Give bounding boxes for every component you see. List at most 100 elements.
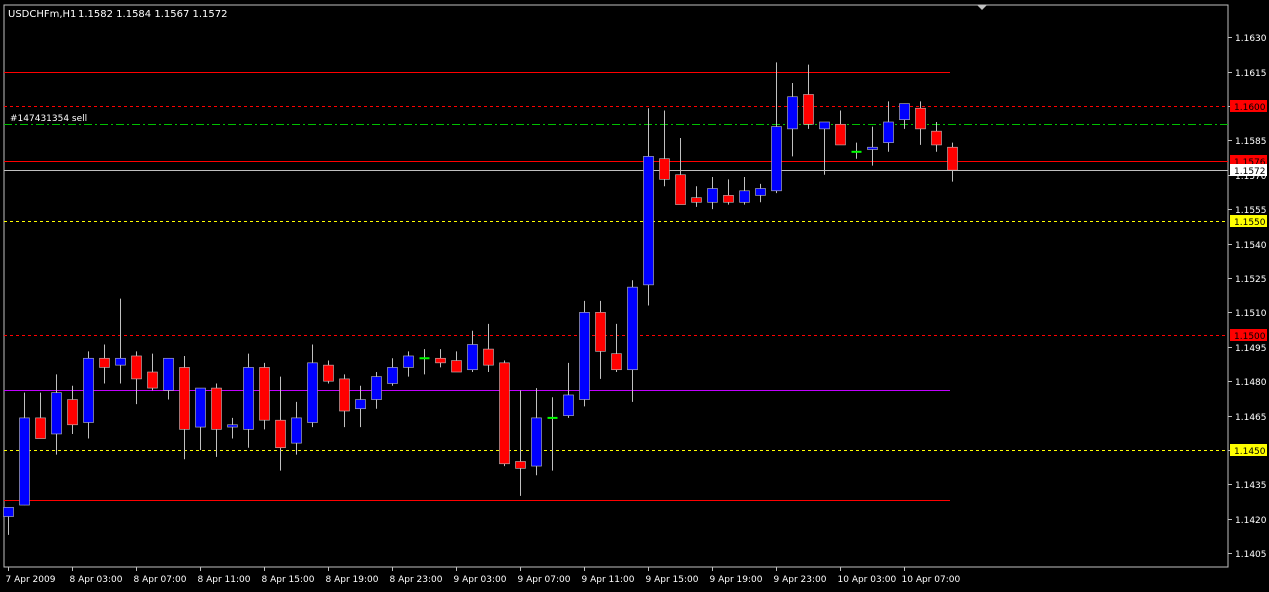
candle [35,392,46,439]
candle [467,330,478,373]
candle [547,397,558,471]
candle [99,344,110,384]
candle [243,353,254,448]
candle [851,142,862,159]
x-tick-label: 8 Apr 19:00 [326,575,379,585]
candle [627,280,638,402]
x-tick-label: 8 Apr 15:00 [262,575,315,585]
candle [579,300,590,407]
price-label-level-1-1600: 1.1600 [1230,100,1267,113]
candle [211,383,222,457]
y-tick-label: 1.1615 [1235,69,1267,79]
candle [3,507,14,535]
candle [179,355,190,460]
candle [691,186,702,207]
candle-body-bull [787,96,798,130]
candle [51,374,62,455]
candle-body-bear [675,174,686,205]
price-label-level-1-1550: 1.1550 [1230,215,1267,228]
candle [595,300,606,379]
x-tick-label: 9 Apr 07:00 [518,575,571,585]
candle-body-bear [259,367,270,421]
candle [83,351,94,439]
candle [835,110,846,146]
candle [819,121,830,175]
candle-body-bull [467,344,478,371]
candle [163,357,174,400]
candle-body-bear [451,360,462,373]
candle [227,417,238,439]
y-tick-label: 1.1495 [1235,344,1267,354]
candle [387,358,398,386]
x-tick-label: 8 Apr 03:00 [70,575,123,585]
order-label: #147431354 sell [10,114,87,124]
x-tick-label: 8 Apr 23:00 [390,575,443,585]
x-tick-label: 9 Apr 19:00 [710,575,763,585]
candle-body-bull [771,126,782,192]
y-tick-label: 1.1510 [1235,309,1267,319]
candle-body-bull [579,312,590,400]
candle-body-bear [515,461,526,469]
candle [371,372,382,409]
candle-body-bull [531,417,542,467]
x-tick-label: 8 Apr 07:00 [134,575,187,585]
candle-body-bear [323,364,334,382]
candle [643,108,654,306]
candle [339,374,350,428]
price-label-level-1-1450: 1.1450 [1230,444,1267,457]
candle-body-bull [755,188,766,196]
candle [531,388,542,476]
price-label-text: 1.1572 [1234,167,1266,177]
price-label-text: 1.1550 [1234,218,1266,228]
candle-body-bull [291,417,302,444]
plot-frame [3,4,1229,568]
candle-body-bear [947,146,958,171]
candle [115,298,126,384]
x-tick-label: 9 Apr 23:00 [774,575,827,585]
price-label-bid-line: 1.1572 [1230,164,1267,177]
candle [147,353,158,391]
candle [499,360,510,467]
candle-body-bull [707,188,718,203]
candle-body-bear [723,195,734,203]
candle [915,101,926,145]
candle [291,401,302,455]
candle [675,138,686,205]
x-tick-label: 9 Apr 15:00 [646,575,699,585]
candle [323,360,334,384]
candle-body-bear [99,357,110,368]
candle [787,82,798,157]
x-tick-label: 10 Apr 07:00 [902,575,961,585]
x-tick-label: 9 Apr 03:00 [454,575,507,585]
candle-body-bull [195,387,206,428]
candle [899,103,910,129]
candle-body-bear [147,371,158,389]
candle-body-bear [435,357,446,364]
candle-body-bear [179,367,190,430]
candlestick-chart[interactable]: 1.1405 1.1420 1.1435 1.1450 1.1465 1.1480 1.14… [0,0,1269,588]
shift-marker-icon[interactable] [977,5,987,10]
candle-body-bull [643,156,654,286]
y-tick-label: 1.1555 [1235,206,1267,216]
candle-body-bear [803,94,814,125]
candle [307,344,318,428]
candle-body-bull [227,424,238,428]
candle-body-bear [915,107,926,130]
candle-body-bull [3,507,14,517]
y-tick-label: 1.1480 [1235,378,1267,388]
candle [515,390,526,496]
candle-body-bull [51,392,62,435]
candle [611,323,622,373]
y-tick-label: 1.1585 [1235,137,1267,147]
candle [947,142,958,182]
candle-body-bull [819,121,830,130]
candle-body-bull [739,190,750,203]
candle [771,62,782,194]
y-tick-label: 1.1405 [1235,550,1267,560]
candle [403,351,414,377]
y-tick-label: 1.1465 [1235,413,1267,423]
time-axis[interactable]: 7 Apr 2009 8 Apr 03:00 8 Apr 07:00 8 Apr 11… [6,567,961,585]
chart-window[interactable]: 1.1405 1.1420 1.1435 1.1450 1.1465 1.1480 1.14… [0,0,1269,588]
candle-body-bear [611,353,622,371]
chart-title-symbol: USDCHFm,H1 [8,9,76,20]
